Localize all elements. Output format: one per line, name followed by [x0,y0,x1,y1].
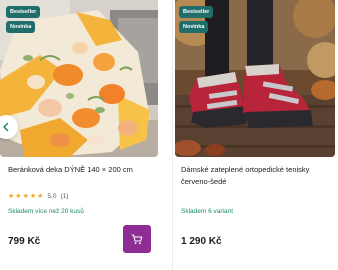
product-price: 799 Kč [8,236,41,247]
bestseller-badge: Bestseller [179,6,214,18]
badge-group: Bestseller Novinka [6,6,41,33]
product-card-blanket[interactable]: Bestseller Novinka Beránková deka DÝNĚ 1… [0,0,163,270]
chevron-left-icon [3,122,9,132]
stock-status: Skladem více než 20 kusů [8,208,84,215]
star-icon: ★ [15,193,22,200]
rating-stars: ★ ★ ★ ★ ★ [8,193,43,200]
stock-status: Skladem 6 variant [181,208,234,215]
add-to-cart-button[interactable] [123,225,151,253]
product-title[interactable]: Beránková deka DÝNĚ 140 × 200 cm [8,164,157,176]
star-icon: ★ [37,193,44,200]
review-count: (1) [60,193,69,200]
product-title[interactable]: Dámské zateplené ortopedické tenisky čer… [181,164,332,188]
star-icon: ★ [8,193,15,200]
product-rating: ★ ★ ★ ★ ★ 5,0 (1) [8,193,68,200]
cart-icon [131,234,143,245]
star-icon: ★ [29,193,37,200]
star-icon: ★ [22,193,29,200]
new-badge: Novinka [6,21,36,33]
new-badge: Novinka [179,21,209,33]
bestseller-badge: Bestseller [6,6,41,18]
rating-value: 5,0 [47,193,57,200]
product-price: 1 290 Kč [181,236,222,247]
product-card-sneakers[interactable]: Bestseller Novinka Dámské zateplené orto… [172,0,338,270]
badge-group: Bestseller Novinka [179,6,214,33]
